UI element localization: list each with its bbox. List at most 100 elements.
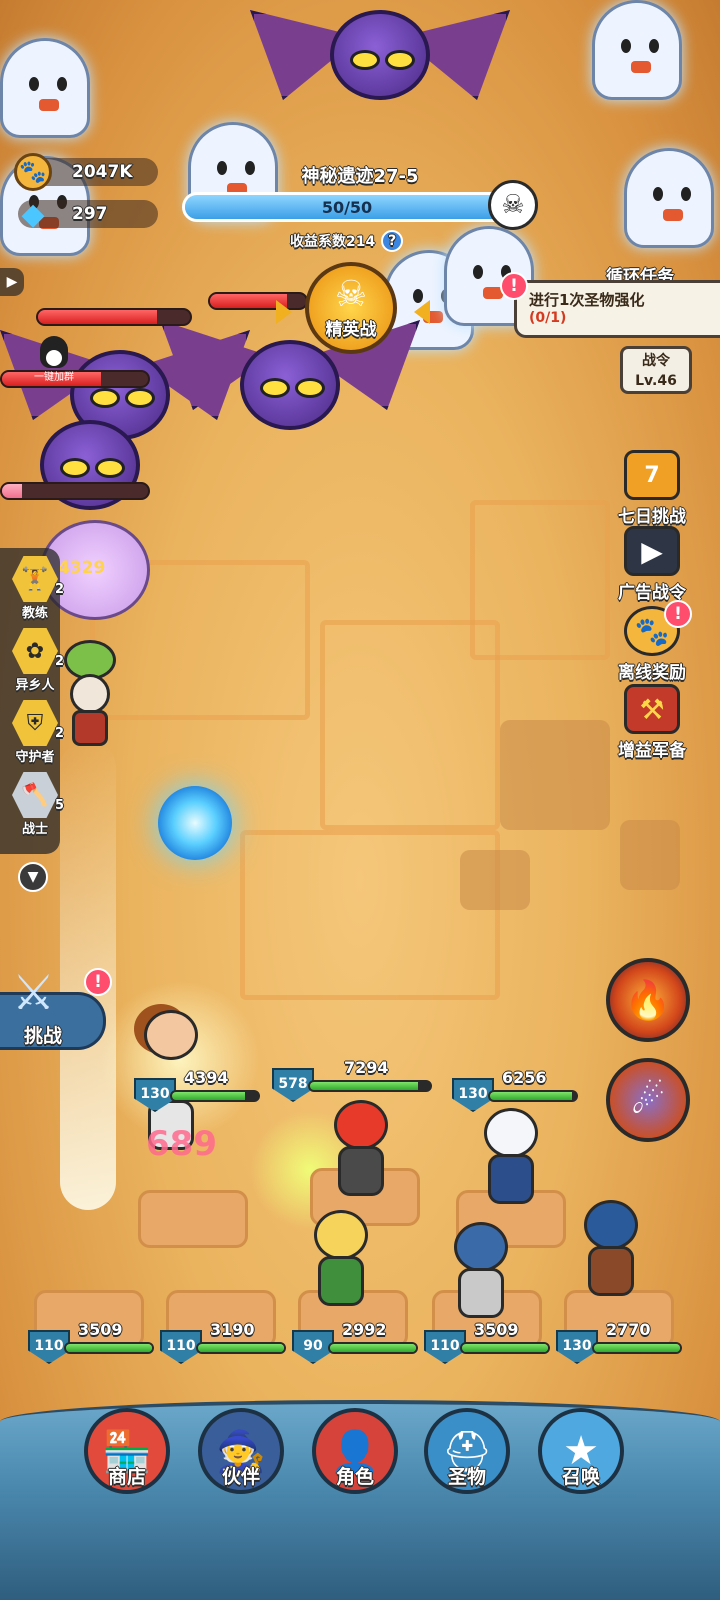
job-warrior[interactable]: 🪓 5 战士	[10, 772, 65, 838]
video-play-icon: ▶	[624, 526, 680, 576]
skull-icon: ☠	[334, 273, 368, 315]
hero-hp-fill	[330, 1344, 416, 1352]
witch-hat-icon: 🔥	[624, 977, 672, 1022]
offline-reward-label: 离线奖励	[618, 663, 687, 684]
hero-hp-fill	[310, 1082, 418, 1090]
job-coach[interactable]: 🏋 2 教练	[10, 556, 65, 622]
floating-damage-number: 689	[146, 1124, 217, 1164]
enemy-hp-bar	[208, 292, 308, 310]
elite-battle-button[interactable]: ☠ 精英战	[305, 262, 397, 354]
job-label: 教练	[21, 606, 48, 622]
hero-hp-fill	[594, 1344, 680, 1352]
income-coefficient: 收益系数214 ?	[289, 230, 404, 252]
ground-rock	[620, 820, 680, 890]
hero-level-hp: 110 3190	[160, 1320, 288, 1366]
seven-day-challenge-button[interactable]: 7 七日挑战	[606, 450, 698, 528]
nav-partner-button[interactable]: 🧙 伙伴	[196, 1408, 286, 1498]
dumbbell-icon: 🏋	[12, 556, 58, 602]
buff-armament-label: 增益军备	[618, 741, 687, 762]
flower-icon: ✿	[12, 628, 58, 674]
collapse-toggle-icon[interactable]: ▼	[18, 862, 48, 892]
nav-shop-button[interactable]: 🏪 商店	[82, 1408, 172, 1498]
ghost-enemy	[592, 0, 682, 100]
hero-slot[interactable]	[138, 1190, 248, 1248]
challenge-button[interactable]: ⚔ 挑战	[0, 965, 106, 1050]
diamond-icon: ◆	[21, 196, 45, 232]
ghost-enemy	[0, 38, 90, 138]
coin-amount: 2047K	[72, 162, 133, 183]
arrow-right-icon	[276, 300, 292, 324]
job-count: 2	[54, 654, 64, 670]
enemy-damage-number: 4329	[58, 558, 106, 578]
quest-alert-badge: !	[500, 272, 528, 300]
elf-archer-hero[interactable]	[300, 1210, 378, 1320]
hero-level-hp: 130 4394	[134, 1068, 262, 1114]
paw-coin-icon: 🐾	[14, 153, 52, 191]
hero-hp-value: 2770	[606, 1320, 652, 1340]
qq-penguin-icon	[40, 336, 68, 368]
buff-armament-button[interactable]: ⚒ 增益军备	[606, 684, 698, 762]
hero-hp-value: 3190	[210, 1320, 256, 1340]
viking-hero[interactable]	[440, 1222, 518, 1332]
battle-pass-level: Lv.46	[635, 373, 677, 389]
job-guardian[interactable]: ⛨ 2 守护者	[10, 700, 65, 766]
lightning-orb-effect	[158, 786, 232, 860]
ground-rock	[500, 720, 610, 830]
job-label: 守护者	[15, 750, 55, 766]
gem-amount: 297	[72, 204, 108, 225]
hero-hp-fill	[66, 1344, 152, 1352]
hero-hp-value: 3509	[78, 1320, 124, 1340]
nav-summon-button[interactable]: ★ 召唤	[536, 1408, 626, 1498]
nav-summon-label: 召唤	[561, 1466, 600, 1489]
nav-character-label: 角色	[335, 1466, 374, 1489]
cycle-quest-panel[interactable]: 进行1次圣物强化 (0/1)	[514, 280, 720, 338]
enemy-hp-bar	[0, 482, 150, 500]
job-stranger[interactable]: ✿ 2 异乡人	[10, 628, 65, 694]
help-icon[interactable]: ?	[381, 230, 404, 252]
pirate-cat-hero[interactable]	[470, 1108, 548, 1218]
job-label: 战士	[21, 822, 48, 838]
hero-level-hp: 130 2770	[556, 1320, 684, 1366]
tribal-hero[interactable]	[570, 1200, 648, 1310]
summon-skill-button[interactable]: ☄	[606, 1058, 690, 1142]
ground-rock	[460, 850, 530, 910]
hero-hp-value: 3509	[474, 1320, 520, 1340]
druid-hero	[60, 640, 120, 750]
hero-level-hp: 90 2992	[292, 1320, 420, 1366]
nav-relic-button[interactable]: ⛑ 圣物	[422, 1408, 512, 1498]
challenge-label: 挑战	[23, 1025, 63, 1048]
job-count: 2	[54, 582, 64, 598]
ghost-enemy	[624, 148, 714, 248]
quest-description: 进行1次圣物强化	[529, 291, 645, 309]
axe-icon: 🪓	[12, 772, 58, 818]
hero-hp-value: 4394	[184, 1068, 230, 1088]
nav-character-button[interactable]: 👤 角色	[310, 1408, 400, 1498]
hero-hp-fill	[172, 1092, 246, 1100]
nav-partner-label: 伙伴	[221, 1466, 260, 1489]
ad-pass-button[interactable]: ▶ 广告战令	[606, 526, 698, 604]
expand-arrow-icon[interactable]: ▶	[0, 268, 24, 296]
spirit-summon-icon: ☄	[630, 1078, 666, 1122]
crossed-swords-icon: ⚔	[12, 965, 56, 1021]
ad-pass-label: 广告战令	[618, 583, 687, 604]
hero-hp-value: 6256	[502, 1068, 548, 1088]
arrow-left-icon	[414, 300, 430, 324]
job-label: 异乡人	[15, 678, 55, 694]
boss-skull-icon: ☠	[488, 180, 538, 230]
fire-witch-skill-button[interactable]: 🔥	[606, 958, 690, 1042]
hero-level-hp: 578 7294	[272, 1058, 436, 1104]
job-count: 5	[54, 798, 64, 814]
shield-icon: ⛨	[12, 700, 58, 746]
hero-hp-value: 7294	[344, 1058, 390, 1078]
ground-crack	[470, 500, 610, 660]
seven-day-medal-icon: 7	[624, 450, 680, 500]
red-hair-hero[interactable]	[320, 1100, 398, 1210]
coin-counter: 🐾 2047K	[14, 153, 158, 191]
qq-group-button[interactable]: 一键加群	[14, 336, 94, 383]
hero-level-hp: 130 6256	[452, 1068, 580, 1114]
gem-counter: ◆ 297	[18, 197, 158, 232]
battle-pass-sign[interactable]: 战令 Lv.46	[620, 346, 692, 394]
enemy-hp-bar	[36, 308, 192, 326]
hero-hp-fill	[198, 1344, 284, 1352]
qq-group-label: 一键加群	[34, 372, 74, 383]
